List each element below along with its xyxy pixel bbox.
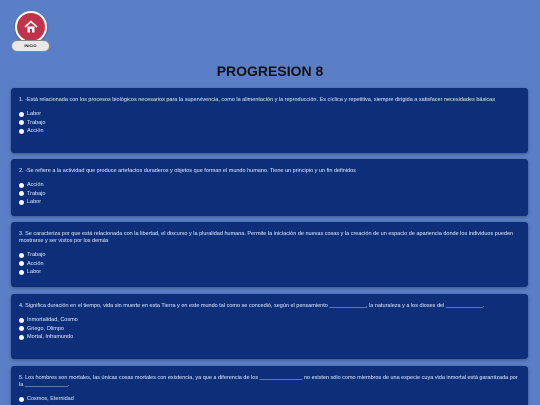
home-icon[interactable] [15,11,47,43]
radio-button[interactable] [19,199,24,205]
radio-button[interactable] [19,191,24,197]
radio-button[interactable] [19,396,24,402]
radio-button[interactable] [19,326,24,332]
option-item[interactable]: Inmortalidad, Cosmo [19,316,520,325]
radio-button[interactable] [19,252,24,258]
question-card-3: 3. Se caracteriza por que está relaciona… [11,222,528,287]
option-item[interactable]: Acción [19,260,520,269]
option-item[interactable]: Trabajo [19,119,520,128]
question-card-2: 2. -Se refiere a la actividad que produc… [11,159,528,216]
question-card-1: 1. -Está relacionada con los procesos bi… [11,88,528,153]
radio-button[interactable] [19,182,24,188]
option-label: Trabajo [27,119,46,126]
option-item[interactable]: Griego, Olimpo [19,325,520,334]
page-title: PROGRESION 8 [216,63,324,79]
question-text: 1. -Está relacionada con los procesos bi… [19,97,495,103]
radio-button[interactable] [19,334,24,340]
option-item[interactable]: Acción [19,181,520,190]
question-text: 2. -Se refiere a la actividad que produc… [19,168,356,174]
option-label: Acción [27,182,44,188]
option-label: Inmortalidad, Cosmo [27,317,78,323]
radio-button[interactable] [19,261,24,267]
option-item[interactable]: Cosmos, Eternidad [19,395,520,404]
question-text: 5. Los hombres son mortales, las únicas … [19,375,518,388]
option-label: Labor [27,111,42,117]
radio-button[interactable] [19,111,24,117]
home-button[interactable]: INICIO [11,40,50,52]
option-item[interactable]: Mortal, Inframundo [19,333,520,342]
option-item[interactable]: Labor [19,268,520,277]
option-label: Cosmos, Eternidad [27,396,74,402]
option-label: Griego, Olimpo [27,325,64,332]
radio-button[interactable] [19,128,24,134]
option-item[interactable]: Trabajo [19,190,520,199]
option-label: Acción [27,260,44,267]
home-link[interactable] [13,11,49,43]
question-text: 4. Significa duración en el tiempo, vida… [19,303,485,309]
radio-button[interactable] [19,120,24,126]
option-item[interactable]: Labor [19,198,520,207]
option-label: Labor [27,269,42,275]
option-label: Trabajo [27,252,46,258]
option-item[interactable]: Acción [19,127,520,136]
question-card-4: 4. Significa duración en el tiempo, vida… [11,294,528,359]
option-label: Labor [27,199,42,205]
option-label: Acción [27,128,44,134]
option-label: Mortal, Inframundo [27,334,74,340]
option-item[interactable]: Trabajo [19,251,520,260]
question-card-5: 5. Los hombres son mortales, las únicas … [11,366,528,405]
question-text: 3. Se caracteriza por que está relaciona… [19,231,514,244]
option-item[interactable]: Labor [19,110,520,119]
option-label: Trabajo [27,190,46,197]
radio-button[interactable] [19,269,24,275]
radio-button[interactable] [19,317,24,323]
